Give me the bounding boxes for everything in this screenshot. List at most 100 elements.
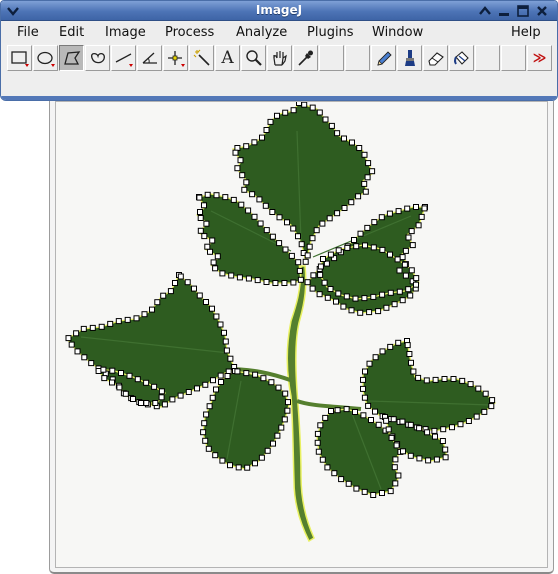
maximize-button[interactable] bbox=[515, 3, 531, 19]
roi-vertex-handle[interactable] bbox=[185, 389, 192, 395]
roi-vertex-handle[interactable] bbox=[172, 280, 178, 286]
roi-vertex-handle[interactable] bbox=[243, 370, 250, 377]
roi-vertex-handle[interactable] bbox=[290, 279, 297, 286]
roi-vertex-handle[interactable] bbox=[161, 401, 168, 408]
roi-vertex-handle[interactable] bbox=[383, 304, 390, 311]
roi-vertex-handle[interactable] bbox=[251, 213, 258, 220]
roi-vertex-handle[interactable] bbox=[241, 186, 248, 193]
roi-vertex-handle[interactable] bbox=[370, 492, 377, 498]
roi-vertex-handle[interactable] bbox=[243, 179, 250, 186]
roi-vertex-handle[interactable] bbox=[392, 480, 399, 487]
roi-vertex-handle[interactable] bbox=[209, 305, 215, 312]
menu-process[interactable]: Process bbox=[165, 25, 214, 40]
roi-vertex-handle[interactable] bbox=[406, 351, 413, 357]
roi-vertex-handle[interactable] bbox=[364, 174, 371, 181]
roi-vertex-handle[interactable] bbox=[126, 372, 133, 379]
roi-vertex-handle[interactable] bbox=[201, 420, 208, 427]
roi-vertex-handle[interactable] bbox=[393, 442, 400, 449]
roi-vertex-handle[interactable] bbox=[284, 407, 291, 414]
roi-vertex-handle[interactable] bbox=[317, 263, 324, 270]
roi-vertex-handle[interactable] bbox=[259, 134, 265, 141]
roi-vertex-handle[interactable] bbox=[396, 288, 403, 295]
roi-vertex-handle[interactable] bbox=[386, 210, 393, 217]
roi-vertex-handle[interactable] bbox=[74, 348, 81, 355]
roi-vertex-handle[interactable] bbox=[276, 240, 283, 247]
roi-vertex-handle[interactable] bbox=[341, 135, 347, 142]
line-tool[interactable] bbox=[111, 45, 136, 71]
text-tool[interactable]: A bbox=[215, 45, 240, 71]
roi-vertex-handle[interactable] bbox=[379, 291, 386, 298]
roi-vertex-handle[interactable] bbox=[360, 412, 367, 419]
roi-vertex-handle[interactable] bbox=[232, 149, 239, 156]
roi-vertex-handle[interactable] bbox=[210, 377, 216, 384]
roi-vertex-handle[interactable] bbox=[197, 227, 204, 234]
roi-vertex-handle[interactable] bbox=[122, 390, 129, 397]
roi-vertex-handle[interactable] bbox=[249, 191, 256, 198]
oval-tool[interactable] bbox=[33, 45, 58, 71]
roi-vertex-handle[interactable] bbox=[221, 329, 227, 336]
roi-vertex-handle[interactable] bbox=[290, 225, 297, 232]
roi-vertex-handle[interactable] bbox=[316, 109, 323, 116]
roi-vertex-handle[interactable] bbox=[349, 139, 355, 146]
roi-vertex-handle[interactable] bbox=[158, 394, 165, 401]
roi-vertex-handle[interactable] bbox=[416, 455, 423, 462]
roi-vertex-handle[interactable] bbox=[361, 394, 368, 401]
roi-vertex-handle[interactable] bbox=[251, 139, 258, 146]
roi-vertex-handle[interactable] bbox=[263, 127, 270, 133]
roi-vertex-handle[interactable] bbox=[370, 244, 377, 251]
brush-tool[interactable] bbox=[397, 45, 422, 71]
roi-vertex-handle[interactable] bbox=[473, 413, 480, 420]
roi-vertex-handle[interactable] bbox=[379, 246, 386, 253]
roi-vertex-handle[interactable] bbox=[68, 341, 75, 348]
roi-vertex-handle[interactable] bbox=[333, 298, 339, 305]
roi-vertex-handle[interactable] bbox=[353, 243, 360, 250]
roi-vertex-handle[interactable] bbox=[203, 299, 209, 305]
roi-vertex-handle[interactable] bbox=[236, 274, 243, 281]
roi-vertex-handle[interactable] bbox=[197, 209, 203, 215]
roi-vertex-handle[interactable] bbox=[321, 279, 328, 286]
roi-vertex-handle[interactable] bbox=[288, 252, 295, 259]
roi-vertex-handle[interactable] bbox=[143, 379, 150, 386]
point-tool[interactable] bbox=[163, 45, 188, 71]
roi-vertex-handle[interactable] bbox=[196, 194, 203, 201]
roi-vertex-handle[interactable] bbox=[324, 294, 331, 301]
roi-vertex-handle[interactable] bbox=[439, 438, 446, 444]
roi-vertex-handle[interactable] bbox=[320, 256, 326, 262]
menu-window[interactable]: Window bbox=[372, 25, 423, 40]
roi-vertex-handle[interactable] bbox=[290, 107, 297, 114]
roi-vertex-handle[interactable] bbox=[217, 372, 224, 379]
roi-vertex-handle[interactable] bbox=[88, 360, 95, 367]
roi-vertex-handle[interactable] bbox=[314, 430, 321, 437]
roi-vertex-handle[interactable] bbox=[115, 318, 122, 325]
roi-vertex-handle[interactable] bbox=[295, 259, 302, 266]
roi-vertex-handle[interactable] bbox=[213, 386, 219, 393]
roi-vertex-handle[interactable] bbox=[274, 112, 280, 119]
roi-vertex-handle[interactable] bbox=[310, 272, 317, 279]
roi-vertex-handle[interactable] bbox=[344, 244, 351, 251]
roi-vertex-handle[interactable] bbox=[160, 292, 167, 299]
roi-vertex-handle[interactable] bbox=[327, 286, 334, 292]
roi-vertex-handle[interactable] bbox=[407, 292, 414, 299]
roi-vertex-handle[interactable] bbox=[210, 259, 217, 266]
roi-vertex-handle[interactable] bbox=[392, 456, 399, 463]
roi-vertex-handle[interactable] bbox=[130, 396, 136, 402]
roi-vertex-handle[interactable] bbox=[158, 388, 165, 395]
roi-vertex-handle[interactable] bbox=[328, 408, 334, 414]
roi-vertex-handle[interactable] bbox=[440, 426, 447, 433]
roi-vertex-handle[interactable] bbox=[285, 399, 291, 406]
roi-vertex-handle[interactable] bbox=[366, 360, 373, 367]
roi-vertex-handle[interactable] bbox=[322, 116, 329, 123]
roi-vertex-handle[interactable] bbox=[282, 109, 289, 116]
roi-vertex-handle[interactable] bbox=[423, 377, 430, 384]
roi-vertex-handle[interactable] bbox=[319, 220, 326, 227]
roi-vertex-handle[interactable] bbox=[281, 280, 288, 286]
roi-vertex-handle[interactable] bbox=[387, 251, 393, 258]
roi-vertex-handle[interactable] bbox=[191, 285, 197, 292]
roi-vertex-handle[interactable] bbox=[107, 320, 114, 327]
roi-vertex-handle[interactable] bbox=[81, 354, 88, 361]
roi-vertex-handle[interactable] bbox=[399, 418, 406, 425]
roi-vertex-handle[interactable] bbox=[201, 233, 208, 240]
roi-vertex-handle[interactable] bbox=[328, 122, 335, 129]
roi-vertex-handle[interactable] bbox=[370, 293, 377, 300]
roi-vertex-handle[interactable] bbox=[365, 160, 372, 167]
